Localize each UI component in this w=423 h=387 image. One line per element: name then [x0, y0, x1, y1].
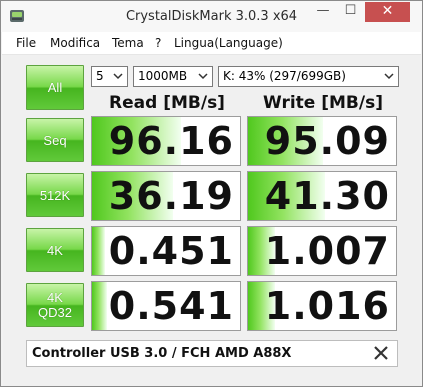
all-button-label: All: [47, 80, 63, 95]
close-button[interactable]: ✕: [365, 2, 410, 22]
all-button[interactable]: All: [26, 65, 84, 110]
result-value: 41.30: [264, 174, 390, 218]
app-window: CrystalDiskMark 3.0.3 x64 — ☐ ✕ File Mod…: [0, 0, 423, 387]
result-value: 1.016: [264, 284, 390, 328]
test-button-seq[interactable]: Seq: [26, 118, 84, 162]
4k-qd32-read-result: 0.541: [91, 281, 241, 331]
menu-tema[interactable]: Tema: [112, 36, 144, 50]
size-select[interactable]: 1000MB: [133, 66, 213, 87]
chevron-down-icon: [113, 73, 123, 80]
test-sublabel: QD32: [38, 305, 72, 320]
menu-language[interactable]: Lingua(Language): [174, 36, 283, 50]
maximize-button[interactable]: ☐: [337, 2, 364, 22]
test-button-512k[interactable]: 512K: [26, 173, 84, 217]
progress-bar: [92, 282, 107, 330]
result-value: 0.451: [108, 229, 234, 273]
seq-read-result: 96.16: [91, 116, 241, 166]
menu-bar: File Modifica Tema ? Lingua(Language): [2, 32, 421, 55]
test-label: Seq: [43, 132, 67, 148]
test-label: 512K: [39, 187, 71, 203]
result-value: 96.16: [108, 119, 234, 163]
test-label: 4K: [47, 290, 63, 305]
result-value: 1.007: [264, 229, 390, 273]
size-value: 1000MB: [138, 69, 188, 83]
seq-write-result: 95.09: [247, 116, 397, 166]
drive-value: K: 43% (297/699GB): [223, 69, 346, 83]
4k-qd32-write-result: 1.016: [247, 281, 397, 331]
close-x-icon[interactable]: [373, 344, 389, 362]
runs-value: 5: [96, 69, 104, 83]
result-value: 36.19: [108, 174, 234, 218]
4k-write-result: 1.007: [247, 226, 397, 276]
drive-select[interactable]: K: 43% (297/699GB): [218, 66, 399, 87]
test-button-4k-qd32[interactable]: 4K QD32: [26, 283, 84, 327]
runs-select[interactable]: 5: [91, 66, 128, 87]
result-value: 95.09: [264, 119, 390, 163]
menu-modifica[interactable]: Modifica: [50, 36, 100, 50]
read-header: Read [MB/s]: [109, 93, 225, 113]
menu-help[interactable]: ?: [155, 36, 161, 50]
512k-write-result: 41.30: [247, 171, 397, 221]
chevron-down-icon: [384, 73, 394, 80]
test-button-4k[interactable]: 4K: [26, 228, 84, 272]
result-value: 0.541: [108, 284, 234, 328]
comment-field[interactable]: Controller USB 3.0 / FCH AMD A88X: [26, 340, 398, 367]
progress-bar: [92, 227, 106, 275]
4k-read-result: 0.451: [91, 226, 241, 276]
minimize-button[interactable]: —: [310, 2, 336, 22]
comment-text: Controller USB 3.0 / FCH AMD A88X: [32, 346, 292, 361]
512k-read-result: 36.19: [91, 171, 241, 221]
menu-file[interactable]: File: [16, 36, 36, 50]
chevron-down-icon: [198, 73, 208, 80]
test-label: 4K: [47, 242, 63, 258]
write-header: Write [MB/s]: [263, 93, 383, 113]
title-bar[interactable]: CrystalDiskMark 3.0.3 x64 — ☐ ✕: [1, 1, 422, 32]
